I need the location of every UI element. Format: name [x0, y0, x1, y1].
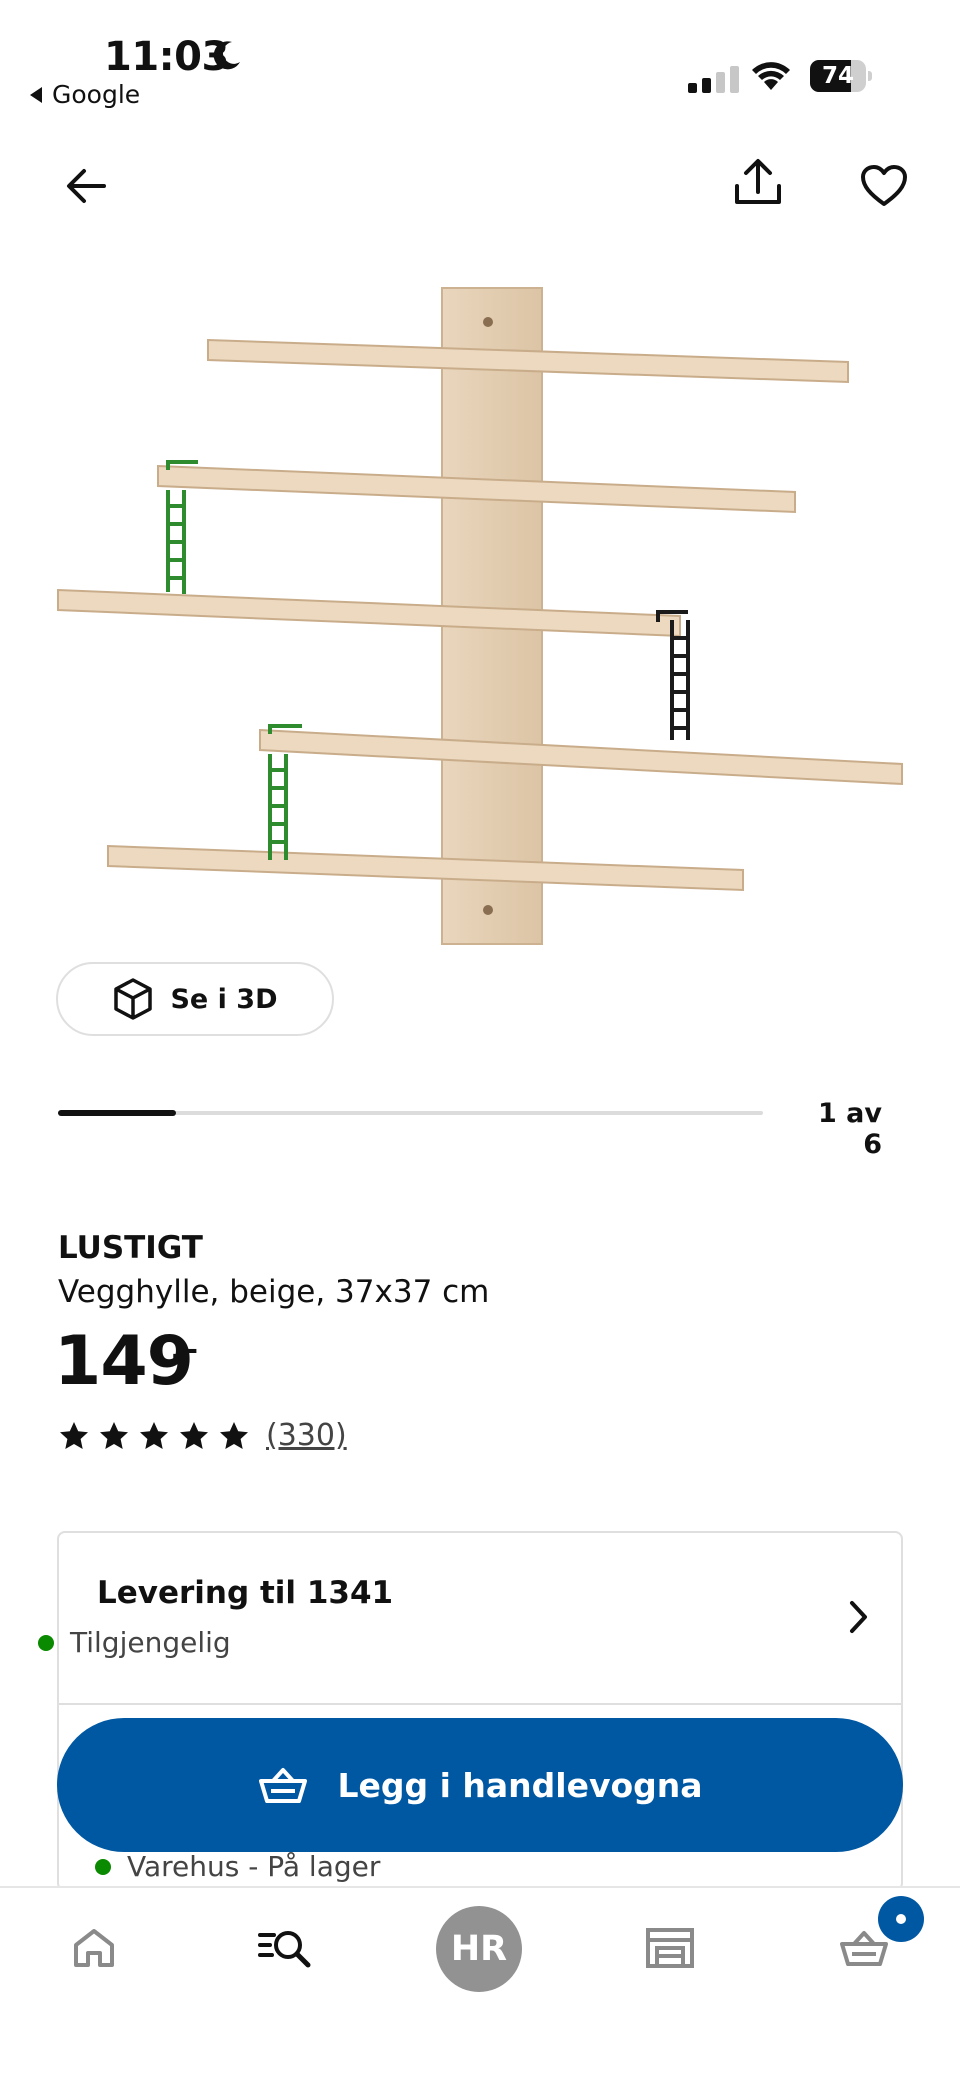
star-icon: [100, 1421, 128, 1449]
delivery-status-label: Tilgjengelig: [70, 1626, 231, 1659]
chevron-right-icon: [850, 1601, 867, 1633]
view-in-3d-label: Se i 3D: [170, 983, 278, 1015]
favorite-button[interactable]: [852, 154, 916, 218]
available-dot-icon: [38, 1634, 54, 1651]
basket-icon: [259, 1768, 308, 1803]
review-count-link[interactable]: (330): [266, 1418, 347, 1453]
tab-stores[interactable]: [622, 1888, 718, 2008]
back-button[interactable]: [54, 154, 118, 218]
gallery-progress-fill: [58, 1110, 176, 1116]
gallery-page-counter: 1 av 6: [817, 1098, 882, 1160]
home-icon: [74, 1929, 114, 1967]
gallery-progress: [58, 1110, 763, 1116]
back-to-app-link[interactable]: Google: [28, 80, 140, 109]
battery-level: 74: [821, 63, 854, 89]
delivery-status: Tilgjengelig: [38, 1626, 231, 1659]
delivery-title: Levering til 1341: [97, 1575, 394, 1611]
arrow-left-icon: [67, 169, 106, 203]
back-triangle-icon: [30, 86, 42, 103]
price-suffix: ,–: [170, 1330, 199, 1368]
product-rating[interactable]: (330): [58, 1418, 347, 1453]
back-app-label: Google: [52, 80, 141, 109]
cellular-signal-icon: [688, 66, 739, 93]
add-to-cart-label: Legg i handlevogna: [337, 1765, 703, 1805]
store-status: Varehus - På lager: [95, 1850, 380, 1883]
product-image[interactable]: [40, 270, 920, 950]
star-icon: [220, 1421, 248, 1449]
view-in-3d-button[interactable]: Se i 3D: [56, 962, 334, 1036]
store-icon: [646, 1928, 694, 1968]
star-icon: [180, 1421, 208, 1449]
cart-badge: [878, 1896, 924, 1942]
share-button[interactable]: [726, 150, 790, 214]
product-description: Vegghylle, beige, 37x37 cm: [58, 1274, 490, 1310]
basket-icon: [840, 1931, 888, 1966]
star-icon: [140, 1421, 168, 1449]
tab-search[interactable]: [238, 1888, 334, 2008]
delivery-row[interactable]: Levering til 1341: [59, 1533, 901, 1705]
search-icon: [258, 1931, 311, 1968]
add-to-cart-button[interactable]: Legg i handlevogna: [57, 1718, 903, 1852]
share-icon: [735, 159, 781, 204]
battery-icon: 74: [810, 60, 872, 92]
rating-stars: [58, 1420, 250, 1452]
cube-icon: [114, 978, 153, 1020]
tab-home[interactable]: [46, 1888, 142, 2008]
moon-icon: [213, 41, 240, 70]
in-stock-dot-icon: [95, 1858, 111, 1875]
store-status-label: Varehus - På lager: [127, 1850, 381, 1883]
wifi-icon: [752, 62, 790, 90]
bottom-navigation: HR: [0, 1886, 960, 2089]
star-icon: [60, 1421, 88, 1449]
avatar[interactable]: HR: [436, 1906, 522, 1992]
heart-icon: [861, 165, 907, 206]
product-name: LUSTIGT: [58, 1230, 203, 1266]
